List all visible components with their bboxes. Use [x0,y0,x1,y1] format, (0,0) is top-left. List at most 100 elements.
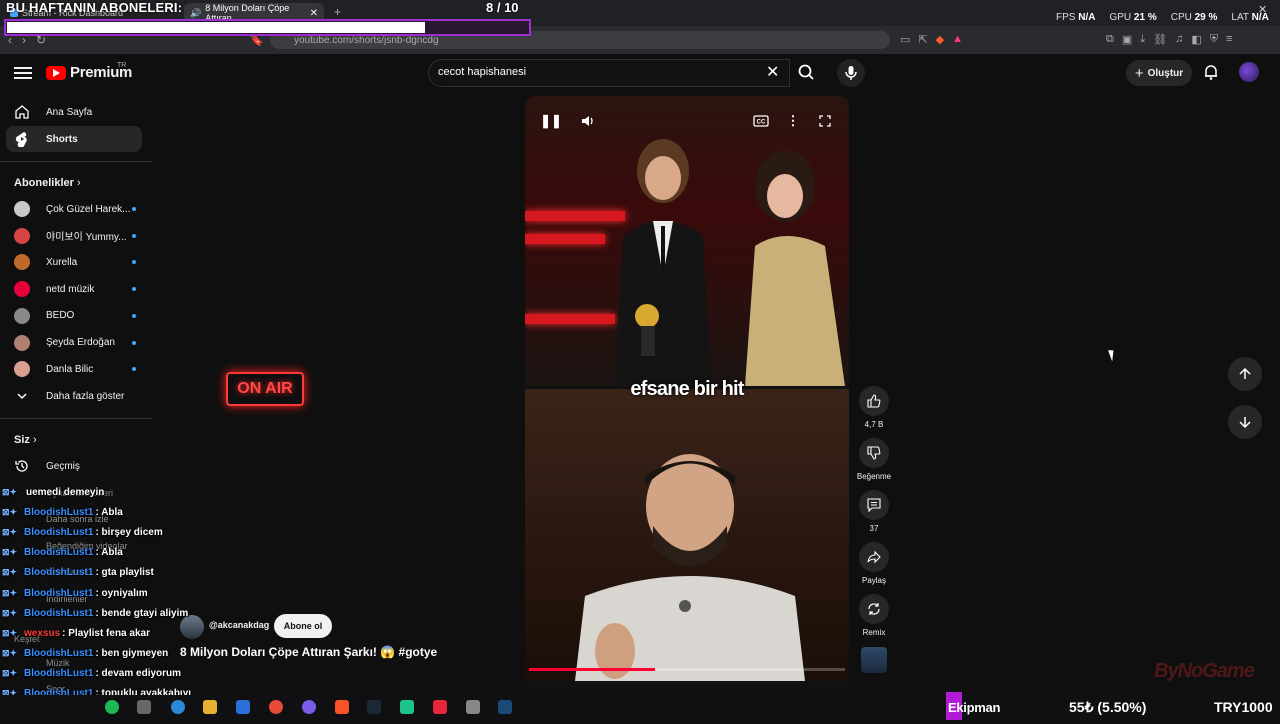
subscriptions-header[interactable]: Abonelikler › [14,177,81,189]
show-more-button[interactable]: Daha fazla göster [6,383,142,409]
channel-avatar [14,334,30,351]
window-close-icon[interactable]: ✕ [1258,3,1267,16]
chat-badge-icon: ⊠✦ [2,506,18,517]
comment-count: 37 [869,524,879,533]
channel-thumbnail[interactable] [861,647,887,673]
chat-text: : ben giymeyen [95,648,169,660]
sidebar-icon[interactable]: ◧ [1191,33,1201,46]
search-button[interactable] [790,59,822,87]
hamburger-menu-icon[interactable] [14,64,32,80]
screenshot-icon[interactable]: ▣ [1122,33,1132,46]
subscription-item[interactable]: Xurella [14,251,136,273]
comments-button[interactable]: 37 [856,490,892,533]
chat-username: BloodishLust1 [24,506,94,518]
puzzle-icon[interactable]: ⧉ [1106,33,1114,46]
share-button[interactable]: Paylaş [856,542,892,585]
subscription-item[interactable]: Çok Güzel Harek... [14,198,136,220]
brave-rewards-icon[interactable]: ▲ [952,33,963,46]
chat-username: BloodishLust1 [24,526,94,538]
remix-button[interactable]: Remix [856,594,892,637]
search-icon [798,64,814,80]
chrome-icon[interactable] [269,700,283,714]
chat-message: ⊠✦ BloodishLust1: gta playlist [2,563,232,583]
subscription-item[interactable]: netd müzik [14,278,136,300]
app-icon[interactable] [433,700,447,714]
more-options-icon[interactable]: ⋮ [782,110,804,132]
sidebar-item-shorts[interactable]: Shorts [6,126,142,152]
create-button[interactable]: + Oluştur [1126,60,1192,86]
app-icon[interactable] [400,700,414,714]
plus-icon: + [1134,64,1144,82]
chevron-right-icon: › [32,434,37,446]
new-content-dot [132,260,136,265]
like-button[interactable]: 4,7 B [856,386,892,429]
next-short-button[interactable] [1228,405,1262,439]
mail-icon[interactable] [236,700,250,714]
chat-username: wexsus [24,627,61,639]
pause-icon[interactable]: ❚❚ [540,110,562,132]
subscription-label: Şeyda Erdoğan [46,337,115,348]
download-icon[interactable]: ⤓ [1140,33,1145,46]
sidebar-item-history[interactable]: Geçmiş [6,453,142,479]
clear-search-icon[interactable]: ✕ [766,62,779,82]
menu-icon[interactable]: ≡ [1226,33,1232,46]
account-avatar[interactable] [1239,62,1259,82]
steam-icon[interactable] [498,700,512,714]
comment-icon [859,490,889,520]
chat-badge-icon: ⊠✦ [2,607,18,618]
subscription-label: Danla Bilic [46,363,94,375]
share-icon[interactable]: ⇱ [918,33,927,46]
volume-icon[interactable] [577,110,599,132]
new-tab-button[interactable]: + [334,5,341,19]
shorts-icon [14,131,30,147]
toolbar-icons: ⧉ ▣ ⤓ ⛓ ♫ ◧ ⛨ ≡ [1106,33,1232,46]
channel-avatar [14,227,30,244]
new-content-dot [132,287,136,292]
subscription-item[interactable]: Danla Bilic [14,358,136,380]
sidebar-item-home[interactable]: Ana Sayfa [6,99,142,125]
app-icon[interactable] [137,700,151,714]
history-icon [14,458,30,474]
media-icon[interactable]: ♫ [1175,33,1183,46]
address-text[interactable]: youtube.com/shorts/jsnb-dgncdg [294,35,439,46]
voice-search-button[interactable] [837,59,865,87]
subscriber-goal-count: 8 / 10 [486,0,519,15]
spotify-icon[interactable] [105,700,119,714]
previous-short-button[interactable] [1228,357,1262,391]
youtube-play-icon [46,65,66,80]
subscription-label: BEDO [46,310,75,322]
like-count: 4,7 B [864,420,884,429]
extension-icons: ▭ ⇱ ◆ ▲ [900,33,963,46]
lat-label: LAT [1231,12,1249,23]
search-value[interactable]: cecot hapishanesi [438,66,526,78]
subscribe-button[interactable]: Abone ol [274,614,332,638]
chat-badge-icon: ⊠✦ [2,668,18,679]
chat-message: ⊠✦ BloodishLust1: birşey dicem [2,522,232,542]
chat-username: BloodishLust1 [24,607,94,619]
shorts-video-player[interactable]: efsane bir hit ❚❚ CC ⋮ [525,96,849,691]
notifications-bell-icon[interactable] [1202,63,1220,81]
chat-badge-icon: ⊠✦ [2,648,18,659]
link-icon[interactable]: ⛓ [1153,33,1167,46]
subscription-item[interactable]: BEDO [14,305,136,327]
channel-avatar [14,281,30,298]
close-tab-icon[interactable]: ✕ [310,8,318,19]
svg-text:CC: CC [757,120,766,126]
dislike-button[interactable]: Beğenme [856,438,892,481]
fullscreen-icon[interactable] [814,110,836,132]
cast-icon[interactable]: ▭ [900,33,910,46]
captions-icon[interactable]: CC [750,110,772,132]
brave-icon[interactable] [335,700,349,714]
edge-icon[interactable] [171,700,185,714]
chat-text: : bende gtayi aliyim [95,607,189,619]
subscription-item[interactable]: Şeyda Erdoğan [14,332,136,354]
brave-shield-icon[interactable]: ◆ [936,33,944,46]
channel-avatar [14,307,30,324]
obs-icon[interactable] [302,700,316,714]
folder-icon[interactable] [203,700,217,714]
steam-icon[interactable] [367,700,381,714]
subscription-item[interactable]: 야미보이 Yummy... [14,225,136,247]
vpn-icon[interactable]: ⛨ [1210,33,1218,46]
you-header[interactable]: Siz › [14,434,37,446]
app-icon[interactable] [466,700,480,714]
